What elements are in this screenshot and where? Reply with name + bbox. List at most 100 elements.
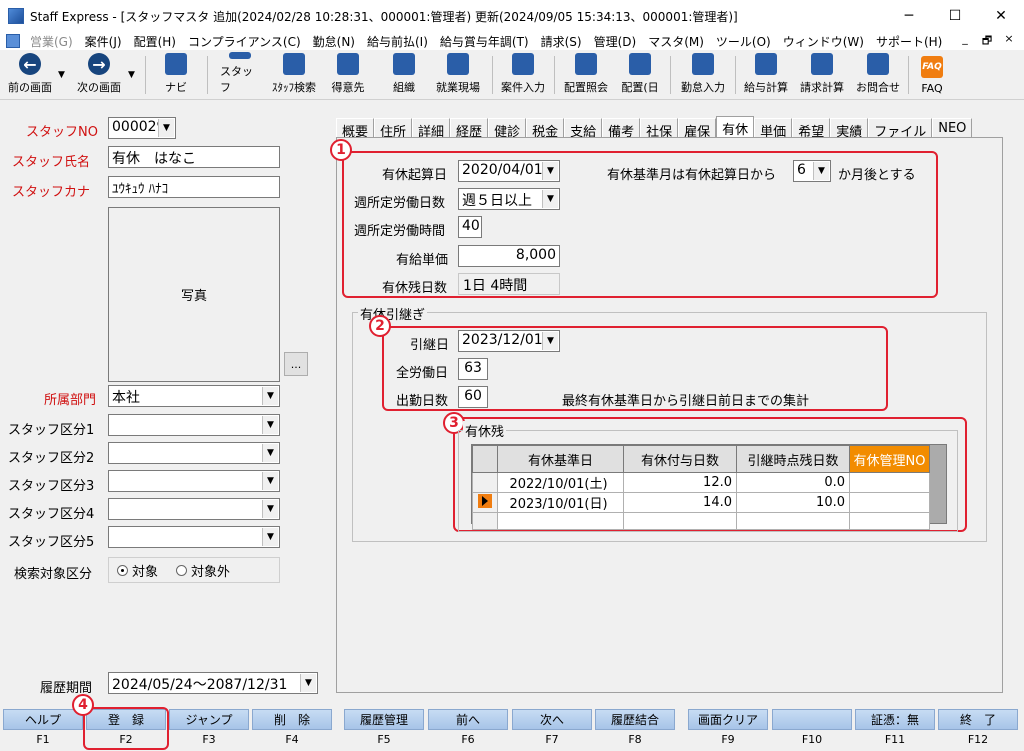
menu-sales[interactable]: 営業(G) — [24, 33, 79, 50]
kubun5-select[interactable]: ▼ — [108, 526, 280, 548]
kubun2-select[interactable]: ▼ — [108, 442, 280, 464]
tab-employment-insurance[interactable]: 雇保 — [678, 118, 717, 140]
faq-button[interactable]: FAQ FAQ — [914, 52, 950, 98]
kubun3-select[interactable]: ▼ — [108, 470, 280, 492]
tab-record[interactable]: 実績 — [830, 118, 869, 140]
tab-notes[interactable]: 備考 — [602, 118, 641, 140]
navi-button[interactable]: ナビ — [158, 52, 194, 98]
weekly-days-select[interactable]: 週５日以上 ▼ — [458, 188, 560, 210]
menu-admin[interactable]: 管理(D) — [588, 33, 643, 50]
photo-area[interactable]: 写真 — [108, 207, 280, 382]
f5-history-button[interactable]: 履歴管理 F5 — [344, 709, 424, 751]
menu-attendance[interactable]: 勤怠(N) — [307, 33, 361, 50]
f12-exit-button[interactable]: 終 了 F12 — [938, 709, 1018, 751]
history-select[interactable]: 2024/05/24～2087/12/31 ▼ — [108, 672, 318, 694]
bill-calc-button[interactable]: 請求計算 — [796, 52, 848, 98]
tab-tax[interactable]: 税金 — [526, 118, 565, 140]
table-cell[interactable] — [849, 512, 930, 530]
kubun4-select[interactable]: ▼ — [108, 498, 280, 520]
table-cell[interactable]: 10.0 — [736, 492, 850, 513]
attendance-input-button[interactable]: 勤怠入力 — [676, 52, 730, 98]
f7-next-button[interactable]: 次へ F7 — [512, 709, 592, 751]
mdi-close-button[interactable]: × — [1002, 32, 1016, 51]
column-header[interactable]: 有休管理NO — [849, 445, 930, 473]
tab-detail[interactable]: 詳細 — [412, 118, 451, 140]
minimize-button[interactable]: ─ — [886, 0, 932, 32]
menu-compliance[interactable]: コンプライアンス(C) — [182, 33, 307, 50]
menu-master[interactable]: マスタ(M) — [642, 33, 710, 50]
table-row[interactable] — [472, 512, 930, 530]
case-input-button[interactable]: 案件入力 — [497, 52, 549, 98]
table-cell[interactable] — [849, 472, 930, 493]
tab-file[interactable]: ファイル — [868, 118, 933, 140]
f11-evidence-button[interactable]: 証憑：無 F11 — [855, 709, 935, 751]
f9-clear-button[interactable]: 画面クリア F9 — [688, 709, 768, 751]
assign-query-button[interactable]: 配置照会 — [560, 52, 612, 98]
menu-window[interactable]: ウィンドウ(W) — [777, 33, 870, 50]
tab-neo[interactable]: NEO — [932, 118, 973, 138]
f1-help-button[interactable]: ヘルプ F1 — [3, 709, 83, 751]
prev-screen-button[interactable]: ← 前の画面 — [4, 52, 56, 98]
next-dropdown-icon[interactable]: ▼ — [128, 70, 135, 80]
tab-social-insurance[interactable]: 社保 — [640, 118, 679, 140]
menu-payroll[interactable]: 給与賞与年調(T) — [434, 33, 535, 50]
menu-case[interactable]: 案件(J) — [79, 33, 128, 50]
inquiry-button[interactable]: お問合せ — [852, 52, 904, 98]
f8-history-merge-button[interactable]: 履歴結合 F8 — [595, 709, 675, 751]
f4-delete-button[interactable]: 削 除 F4 — [252, 709, 332, 751]
table-cell[interactable] — [623, 512, 737, 530]
remaining-grid[interactable]: 有休基準日 有休付与日数 引継時点残日数 有休管理NO 2022/10/01(土… — [471, 444, 947, 530]
f6-prev-button[interactable]: 前へ F6 — [428, 709, 508, 751]
table-cell[interactable]: 14.0 — [623, 492, 737, 513]
table-row[interactable]: 2023/10/01(日) 14.0 10.0 — [472, 492, 930, 513]
org-button[interactable]: 組織 — [386, 52, 422, 98]
tab-health[interactable]: 健診 — [488, 118, 527, 140]
maximize-button[interactable]: ☐ — [932, 0, 978, 32]
menu-prepay[interactable]: 給与前払(I) — [361, 33, 434, 50]
carryover-date-select[interactable]: 2023/12/01 ▼ — [458, 330, 560, 352]
tab-unit-price[interactable]: 単価 — [754, 118, 793, 140]
work-days-field[interactable]: 63 — [458, 358, 488, 380]
table-cell[interactable]: 2022/10/01(土) — [497, 472, 624, 493]
menu-tools[interactable]: ツール(O) — [710, 33, 777, 50]
row-indicator[interactable] — [472, 472, 498, 493]
table-row[interactable]: 2022/10/01(土) 12.0 0.0 — [472, 472, 930, 493]
column-header[interactable]: 有休基準日 — [497, 445, 624, 473]
table-cell[interactable]: 0.0 — [736, 472, 850, 493]
table-cell[interactable] — [497, 512, 624, 530]
f3-jump-button[interactable]: ジャンプ F3 — [169, 709, 249, 751]
attend-days-field[interactable]: 60 — [458, 386, 488, 408]
client-button[interactable]: 得意先 — [328, 52, 368, 98]
unit-price-field[interactable]: 8,000 — [458, 245, 560, 267]
row-indicator[interactable] — [472, 512, 498, 530]
next-screen-button[interactable]: → 次の画面 — [72, 52, 126, 98]
start-date-select[interactable]: 2020/04/01 ▼ — [458, 160, 560, 182]
row-indicator[interactable] — [472, 492, 498, 513]
menu-billing[interactable]: 請求(S) — [535, 33, 588, 50]
photo-browse-button[interactable]: ... — [284, 352, 308, 376]
table-cell[interactable] — [736, 512, 850, 530]
menu-assign[interactable]: 配置(H) — [128, 33, 182, 50]
staff-name-field[interactable]: 有休 はなこ — [108, 146, 280, 168]
prev-dropdown-icon[interactable]: ▼ — [58, 70, 65, 80]
menu-support[interactable]: サポート(H) — [870, 33, 948, 50]
staff-no-select[interactable]: 000029 ▼ — [108, 117, 176, 139]
table-cell[interactable]: 12.0 — [623, 472, 737, 493]
site-button[interactable]: 就業現場 — [432, 52, 484, 98]
tab-address[interactable]: 住所 — [374, 118, 413, 140]
dept-select[interactable]: 本社 ▼ — [108, 385, 280, 407]
weekly-hours-field[interactable]: 40 — [458, 216, 482, 238]
staff-search-button[interactable]: ｽﾀｯﾌ検索 — [268, 52, 320, 98]
tab-overview[interactable]: 概要 — [336, 118, 375, 140]
tab-paid-leave[interactable]: 有休 — [716, 116, 755, 138]
assign-day-button[interactable]: 配置(日 — [618, 52, 662, 98]
f10-button[interactable]: F10 — [772, 709, 852, 751]
tab-payment[interactable]: 支給 — [564, 118, 603, 140]
close-button[interactable]: ✕ — [978, 0, 1024, 32]
search-target-on-radio[interactable] — [117, 564, 128, 576]
search-target-off-radio[interactable] — [176, 564, 188, 576]
mdi-restore-button[interactable]: 🗗 — [980, 32, 994, 51]
column-header[interactable]: 有休付与日数 — [623, 445, 737, 473]
tab-wish[interactable]: 希望 — [792, 118, 831, 140]
staff-button[interactable]: スタッフ — [220, 52, 260, 98]
